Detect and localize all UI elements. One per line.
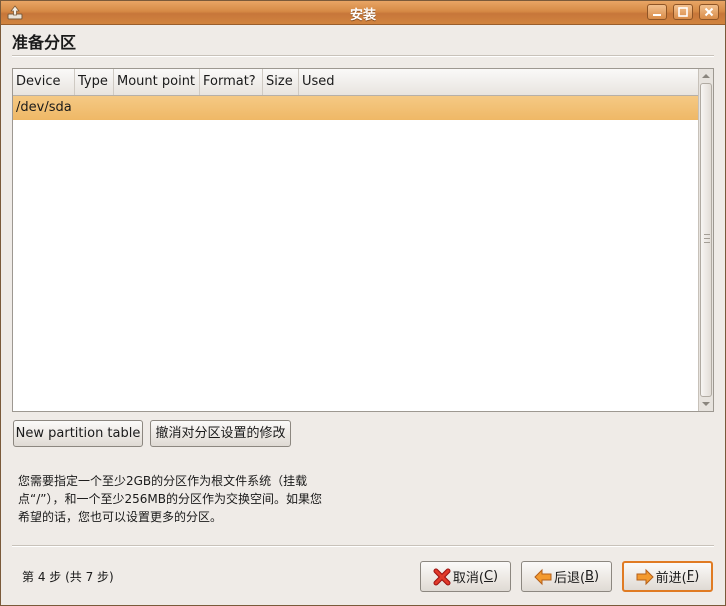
partition-info-text: 您需要指定一个至少2GB的分区作为根文件系统（挂载 点“/”），和一个至少256… — [18, 472, 378, 526]
back-button[interactable]: 后退(B) — [521, 561, 612, 592]
installer-window: 安装 准备分区 Device Type Mount point Format? … — [0, 0, 726, 606]
orange-left-arrow-icon — [534, 568, 552, 586]
info-line: 您需要指定一个至少2GB的分区作为根文件系统（挂载 — [18, 474, 308, 488]
minimize-button[interactable] — [647, 4, 667, 20]
heading-divider — [12, 55, 714, 57]
scroll-down-arrow-icon[interactable] — [700, 398, 712, 410]
column-header-size[interactable]: Size — [263, 69, 299, 95]
vertical-scrollbar[interactable] — [698, 69, 713, 411]
window-title: 安装 — [349, 8, 376, 23]
cancel-label-tail: ) — [493, 569, 499, 584]
cancel-button[interactable]: 取消(C) — [420, 561, 511, 592]
grip-line — [704, 234, 710, 235]
title-bar[interactable]: 安装 — [1, 1, 725, 25]
orange-right-arrow-icon — [636, 568, 654, 586]
red-x-icon — [433, 568, 451, 586]
cancel-mnemonic: C — [483, 569, 494, 584]
back-label: 后退( — [553, 571, 586, 586]
cancel-label: 取消( — [452, 571, 484, 586]
info-line: 希望的话，您也可以设置更多的分区。 — [18, 510, 223, 524]
undo-partition-changes-button[interactable]: 撤消对分区设置的修改 — [150, 420, 291, 447]
partition-table-header: Device Type Mount point Format? Size Use… — [13, 69, 698, 96]
column-header-type[interactable]: Type — [75, 69, 114, 95]
forward-label-tail: ) — [694, 569, 700, 584]
device-cell: /dev/sda — [16, 100, 72, 115]
back-label-tail: ) — [593, 569, 600, 584]
column-header-used[interactable]: Used — [299, 69, 359, 95]
table-row[interactable]: /dev/sda — [13, 96, 698, 120]
column-header-mount-point[interactable]: Mount point — [114, 69, 200, 95]
back-mnemonic: B — [585, 569, 594, 584]
column-header-device[interactable]: Device — [13, 69, 75, 95]
grip-line — [704, 238, 710, 239]
footer-divider — [12, 545, 714, 547]
maximize-button[interactable] — [673, 4, 693, 20]
close-button[interactable] — [699, 4, 719, 20]
forward-mnemonic: F — [686, 569, 695, 584]
page-title: 准备分区 — [12, 33, 77, 52]
partition-table[interactable]: Device Type Mount point Format? Size Use… — [12, 68, 714, 412]
step-indicator: 第 4 步 (共 7 步) — [22, 570, 114, 584]
forward-label: 前进( — [655, 571, 687, 586]
grip-line — [704, 242, 710, 243]
scroll-up-arrow-icon[interactable] — [700, 70, 712, 82]
new-partition-table-button[interactable]: New partition table — [13, 420, 143, 447]
info-line: 点“/”），和一个至少256MB的分区作为交换空间。如果您 — [18, 492, 322, 506]
forward-button[interactable]: 前进(F) — [622, 561, 713, 592]
partition-table-body[interactable]: /dev/sda — [13, 96, 698, 411]
column-header-format[interactable]: Format? — [200, 69, 263, 95]
scrollbar-thumb[interactable] — [700, 83, 712, 397]
